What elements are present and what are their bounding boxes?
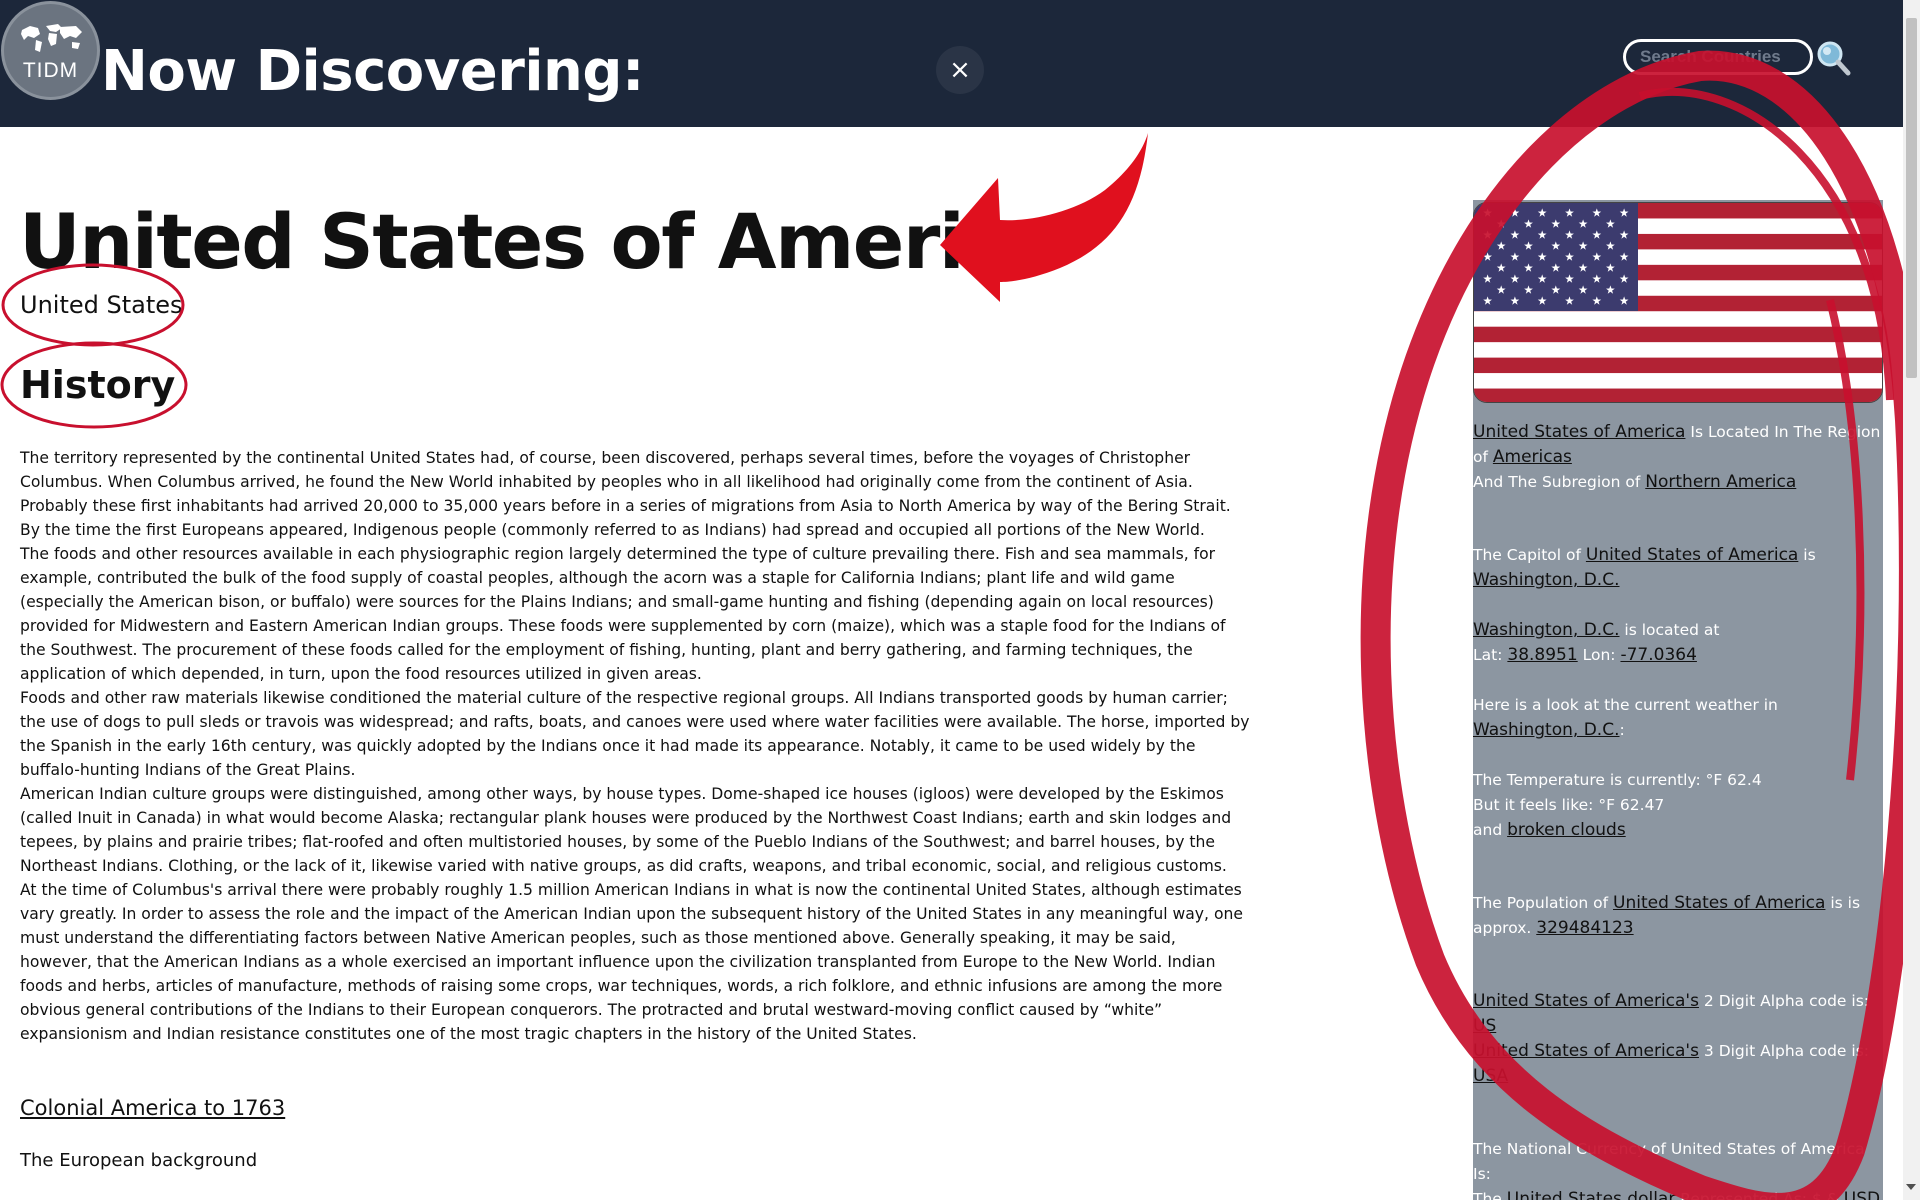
close-button[interactable]: × bbox=[936, 46, 984, 94]
world-map-icon bbox=[21, 24, 82, 52]
capitol-prefix: The Capitol of bbox=[1473, 546, 1581, 564]
country-common-name: United States bbox=[20, 291, 183, 319]
feels-like-text: But it feels like: °F 62.47 bbox=[1473, 796, 1665, 814]
country-possessive-link[interactable]: United States of America's bbox=[1473, 1041, 1699, 1061]
lon-label: Lon: bbox=[1582, 646, 1616, 664]
scroll-down-arrow-icon[interactable] bbox=[1906, 1184, 1916, 1190]
temperature-text: The Temperature is currently: °F 62.4 bbox=[1473, 771, 1762, 789]
currency-code-link[interactable]: USD bbox=[1844, 1189, 1880, 1200]
capital-link[interactable]: Washington, D.C. bbox=[1473, 620, 1619, 640]
history-paragraph: The foods and other resources available … bbox=[20, 545, 1226, 683]
longitude-link[interactable]: -77.0364 bbox=[1620, 645, 1696, 665]
country-link[interactable]: United States of America bbox=[1473, 422, 1685, 442]
population-prefix: The Population of bbox=[1473, 894, 1609, 912]
country-possessive-link[interactable]: United States of America's bbox=[1473, 991, 1699, 1011]
located-at-text: is located at bbox=[1624, 621, 1720, 639]
country-link[interactable]: United States of America bbox=[1586, 545, 1798, 565]
history-paragraph: At the time of Columbus's arrival there … bbox=[20, 881, 1243, 1043]
history-paragraph: Foods and other raw materials likewise c… bbox=[20, 689, 1250, 779]
alpha2-link[interactable]: US bbox=[1473, 1016, 1496, 1036]
population-link[interactable]: 329484123 bbox=[1536, 918, 1633, 938]
latitude-link[interactable]: 38.8951 bbox=[1507, 645, 1577, 665]
scrollbar-thumb[interactable] bbox=[1906, 18, 1917, 378]
logo-text: TIDM bbox=[22, 59, 79, 82]
country-official-name: United States of America bbox=[19, 197, 1058, 286]
subregion-text: And The Subregion of bbox=[1473, 473, 1641, 491]
region-link[interactable]: Americas bbox=[1493, 447, 1572, 467]
history-text: The territory represented by the contine… bbox=[20, 446, 1250, 1046]
alpha3-text: 3 Digit Alpha code is: bbox=[1703, 1042, 1869, 1060]
page-title: Now Discovering: bbox=[101, 39, 644, 104]
top-header: TIDM Now Discovering: × bbox=[0, 0, 1903, 127]
us-flag-image bbox=[1474, 203, 1882, 402]
weather-text: Here is a look at the current weather in bbox=[1473, 696, 1778, 714]
the-text: The bbox=[1473, 1190, 1502, 1200]
and-text: and bbox=[1473, 821, 1503, 839]
history-paragraph: American Indian culture groups were dist… bbox=[20, 785, 1232, 875]
country-flag bbox=[1473, 202, 1883, 403]
colonial-america-link[interactable]: Colonial America to 1763 bbox=[20, 1093, 285, 1123]
weather-description-link[interactable]: broken clouds bbox=[1507, 820, 1626, 840]
country-link[interactable]: United States of America bbox=[1613, 893, 1825, 913]
lat-label: Lat: bbox=[1473, 646, 1503, 664]
tidm-logo[interactable]: TIDM bbox=[1, 1, 100, 100]
represented-text: Represented As: $ & bbox=[1680, 1190, 1839, 1200]
currency-name-link[interactable]: United States dollar bbox=[1507, 1189, 1676, 1200]
search-input[interactable] bbox=[1623, 39, 1813, 75]
is-text: is bbox=[1803, 546, 1816, 564]
alpha2-text: 2 Digit Alpha code is: bbox=[1703, 992, 1869, 1010]
page-scrollbar[interactable] bbox=[1903, 0, 1920, 1200]
european-background-heading: The European background bbox=[20, 1150, 258, 1171]
history-paragraph: The territory represented by the contine… bbox=[20, 449, 1231, 539]
currency-text: The National Currency of United States o… bbox=[1473, 1140, 1865, 1183]
colon-text: : bbox=[1619, 721, 1625, 739]
history-heading: History bbox=[20, 363, 176, 407]
capital-link[interactable]: Washington, D.C. bbox=[1473, 570, 1619, 590]
capital-link[interactable]: Washington, D.C. bbox=[1473, 720, 1619, 740]
search-icon[interactable] bbox=[1813, 38, 1853, 78]
subregion-link[interactable]: Northern America bbox=[1645, 472, 1796, 492]
alpha3-link[interactable]: USA bbox=[1473, 1066, 1508, 1086]
country-info-text: United States of America Is Located In T… bbox=[1473, 420, 1883, 1200]
